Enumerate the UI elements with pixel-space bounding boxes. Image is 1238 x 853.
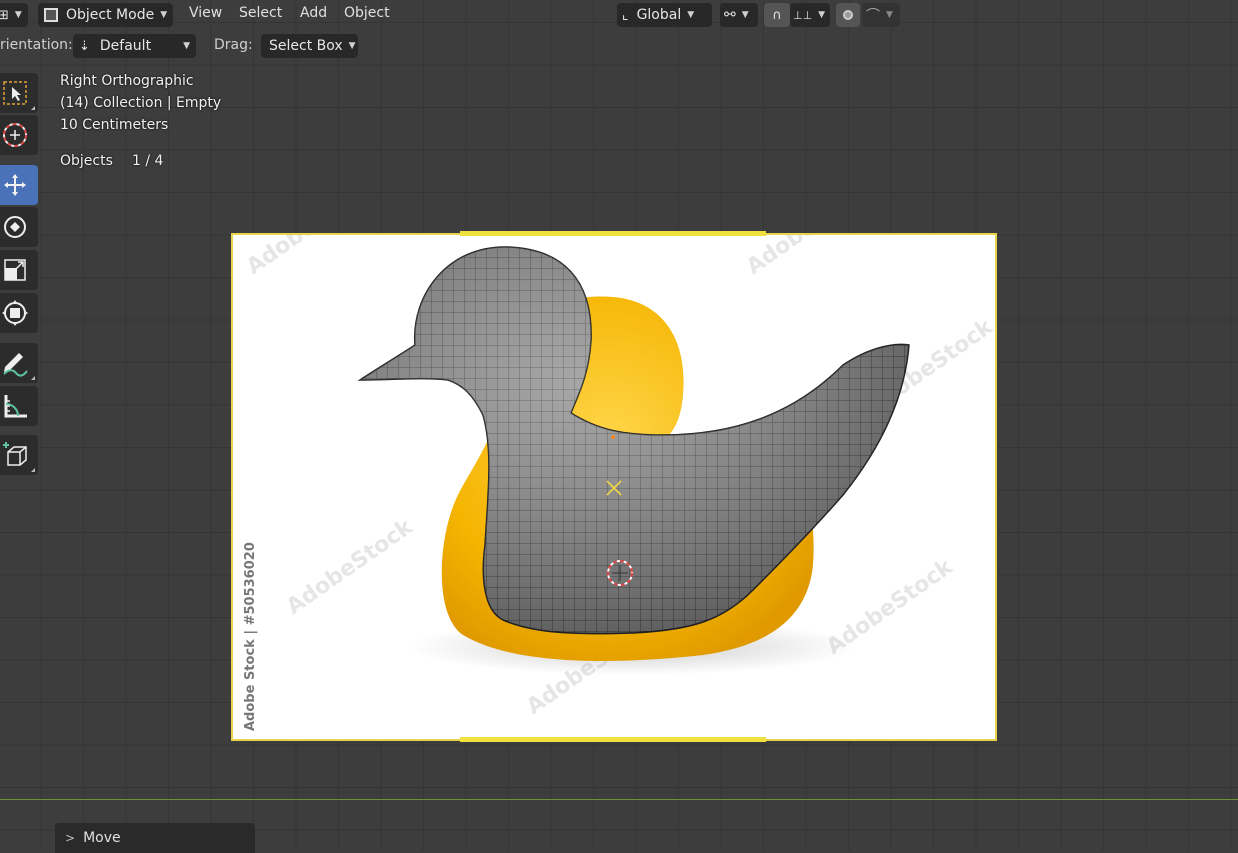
move-arrows-icon: [4, 174, 26, 196]
origin-dot: [611, 435, 615, 439]
mode-label: Object Mode: [66, 7, 155, 23]
drag-value: Select Box: [269, 38, 343, 54]
falloff-curve-icon: ⌒: [866, 8, 880, 24]
object-mode-icon: [44, 8, 58, 22]
tool-measure[interactable]: [0, 386, 38, 426]
expand-corner-icon: [31, 468, 35, 472]
proportional-editing-toggle[interactable]: [836, 3, 860, 27]
select-box-icon: [3, 81, 27, 105]
tool-annotate[interactable]: [0, 343, 38, 383]
snap-toggle[interactable]: ∩: [764, 3, 790, 27]
orientation-axes-icon: ⌞: [622, 7, 629, 23]
menu-object[interactable]: Object: [344, 5, 390, 21]
collection-info: (14) Collection | Empty: [60, 95, 222, 111]
menu-select[interactable]: Select: [239, 5, 282, 21]
chevron-down-icon: ▼: [886, 10, 893, 20]
chevron-down-icon: ▼: [818, 10, 826, 20]
magnet-icon: ∩: [772, 7, 782, 23]
viewport-header: ⊞ ▼ Object Mode ▼ View Select Add Object…: [0, 0, 1238, 30]
chevron-down-icon: ▼: [687, 10, 695, 20]
falloff-dropdown[interactable]: ⌒ ▼: [862, 3, 900, 27]
mode-dropdown[interactable]: Object Mode ▼: [38, 3, 173, 27]
orientation-label: rientation:: [0, 37, 73, 53]
rotate-icon: [4, 216, 26, 238]
chevron-down-icon: ▼: [14, 10, 22, 20]
expand-corner-icon: [31, 376, 35, 380]
annotate-pencil-icon: [3, 353, 28, 377]
duck-scene: AdobeStock AdobeStock AdobeStock AdobeSt…: [242, 235, 995, 720]
chevron-down-icon: ▼: [183, 41, 190, 51]
add-cube-icon: [3, 442, 27, 466]
orientation-value: Default: [99, 38, 152, 54]
tool-select-box[interactable]: [0, 73, 38, 113]
drag-dropdown[interactable]: Select Box ▼: [261, 34, 358, 58]
transform-pivot-icon: ⊞: [0, 7, 9, 23]
svg-text:AdobeStock: AdobeStock: [242, 235, 378, 280]
chevron-down-icon: ▼: [741, 10, 749, 20]
horizon-line: [0, 799, 1238, 800]
pivot-point-dropdown[interactable]: ⚯ ▼: [720, 3, 758, 27]
tool-rotate[interactable]: [0, 207, 38, 247]
tool-transform[interactable]: [0, 293, 38, 333]
drag-label: Drag:: [214, 37, 253, 53]
image-top-handle[interactable]: [460, 231, 766, 236]
svg-text:AdobeStock: AdobeStock: [282, 514, 418, 620]
adobe-stock-watermark: Adobe Stock | #50536020: [243, 542, 258, 731]
objects-count: 1 / 4: [132, 153, 164, 169]
view-name: Right Orthographic: [60, 73, 194, 89]
image-bottom-handle[interactable]: [460, 737, 766, 742]
transform-orientation-dropdown[interactable]: ⌞ Global ▼: [617, 3, 712, 27]
last-operator-panel[interactable]: > Move: [55, 823, 255, 853]
chevron-down-icon: ▼: [348, 41, 356, 51]
menu-view[interactable]: View: [189, 5, 222, 21]
tool-scale[interactable]: [0, 250, 38, 290]
chevron-down-icon: ▼: [160, 10, 168, 20]
orientation-dropdown[interactable]: ⇣ Default ▼: [73, 34, 196, 58]
orientation-gizmo-icon: ⇣: [79, 38, 90, 54]
expand-corner-icon: [31, 106, 35, 110]
snap-target-dropdown[interactable]: ⊥⊥ ▼: [790, 3, 830, 27]
tool-settings-bar: rientation: ⇣ Default ▼ Drag: Select Box…: [0, 32, 380, 60]
tool-cursor[interactable]: [0, 115, 38, 155]
transform-orientation-value: Global: [636, 7, 682, 23]
editor-type-button[interactable]: ⊞ ▼: [0, 3, 28, 27]
objects-label: Objects: [60, 153, 113, 169]
scale-icon: [4, 259, 26, 281]
transform-icon: [2, 300, 28, 326]
snap-increment-icon: ⊥⊥: [793, 8, 813, 22]
tool-move[interactable]: [0, 165, 38, 205]
menu-add[interactable]: Add: [300, 5, 327, 21]
cursor-icon: [3, 123, 27, 147]
last-operator-label: Move: [83, 830, 121, 846]
reference-image[interactable]: AdobeStock AdobeStock AdobeStock Adobe St…: [231, 233, 997, 741]
chevron-right-icon: >: [65, 831, 76, 845]
measure-ruler-icon: [4, 395, 27, 418]
grid-scale: 10 Centimeters: [60, 117, 169, 133]
pivot-link-icon: ⚯: [724, 7, 736, 23]
proportional-circle-icon: [843, 10, 853, 20]
svg-text:AdobeStock: AdobeStock: [742, 235, 878, 280]
tool-add-cube[interactable]: [0, 435, 38, 475]
